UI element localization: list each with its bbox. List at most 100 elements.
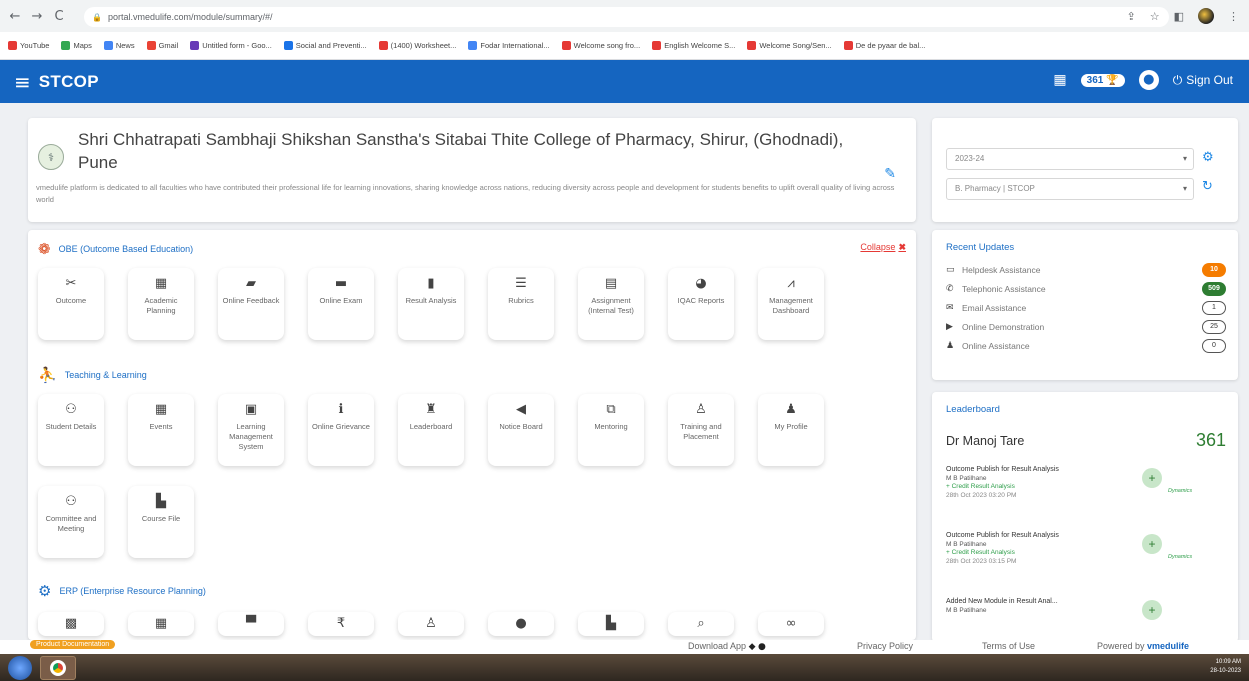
- activity-item[interactable]: Outcome Publish for Result Analysis M B P…: [946, 466, 1146, 500]
- update-row[interactable]: ✆ Telephonic Assistance 509: [946, 279, 1226, 298]
- update-row[interactable]: ▶ Online Demonstration 25: [946, 317, 1226, 336]
- plus-icon: +: [1142, 468, 1162, 488]
- product-documentation-button[interactable]: Product Documentation: [30, 640, 116, 649]
- module-tile[interactable]: ⧉ Mentoring: [578, 394, 644, 466]
- user-icon: ♟: [946, 340, 955, 351]
- lock-icon: 🔒: [92, 12, 102, 22]
- module-tile[interactable]: ♙: [398, 612, 464, 636]
- settings-icon[interactable]: ⚙: [1202, 150, 1214, 165]
- module-tile[interactable]: ◕ IQAC Reports: [668, 268, 734, 340]
- module-tile[interactable]: ▦: [128, 612, 194, 636]
- bookmark-item[interactable]: Maps: [61, 41, 92, 50]
- score-badge[interactable]: 361 🏆: [1080, 73, 1125, 87]
- program-select[interactable]: B. Pharmacy | STCOP ▾: [946, 178, 1194, 200]
- bookmark-item[interactable]: Social and Preventi...: [283, 41, 367, 50]
- module-tile[interactable]: ⚇ Committee and Meeting: [38, 486, 104, 558]
- bookmark-item[interactable]: English Welcome S...: [652, 41, 735, 50]
- activity-date: 28th Oct 2023 03:15 PM: [946, 557, 1017, 565]
- module-tile[interactable]: ▙: [578, 612, 644, 636]
- collapse-button[interactable]: Collapse ✖: [860, 242, 906, 253]
- module-tile-label: Leaderboard: [409, 422, 453, 431]
- user-plus-icon: ♙: [425, 616, 437, 631]
- module-tile[interactable]: ⩘ Management Dashboard: [758, 268, 824, 340]
- start-button[interactable]: [8, 656, 32, 680]
- module-tile[interactable]: ℹ Online Grievance: [308, 394, 374, 466]
- activity-sub: + Credit Result Analysis: [946, 549, 1015, 556]
- module-tile[interactable]: ▦ Academic Planning: [128, 268, 194, 340]
- bookmark-item[interactable]: Fodar International...: [468, 41, 550, 50]
- system-clock[interactable]: 10:09 AM 28-10-2023: [1210, 658, 1241, 676]
- year-select[interactable]: 2023-24 ▾: [946, 148, 1194, 170]
- update-count-badge: 1: [1202, 300, 1226, 315]
- bookmark-favicon-icon: [146, 41, 156, 50]
- activity-by: M B Patilhane: [946, 540, 987, 548]
- line-chart-icon: ⩘: [787, 276, 795, 291]
- module-tile[interactable]: ▰ Online Feedback: [218, 268, 284, 340]
- back-icon[interactable]: ←: [4, 9, 26, 24]
- module-tile[interactable]: ∞: [758, 612, 824, 636]
- module-tile[interactable]: ▦ Events: [128, 394, 194, 466]
- bookmark-item[interactable]: Untitled form - Goo...: [190, 41, 272, 50]
- apps-grid-icon[interactable]: ▦: [1053, 72, 1066, 88]
- extension-icon[interactable]: ◧: [1174, 10, 1184, 23]
- bookmark-item[interactable]: Gmail: [146, 41, 178, 50]
- module-tile[interactable]: ◀ Notice Board: [488, 394, 554, 466]
- module-tile[interactable]: ♜ Leaderboard: [398, 394, 464, 466]
- activity-item[interactable]: Added New Module in Result Anal... M B Pa…: [946, 598, 1146, 615]
- download-app-link[interactable]: Download App ◆ ●: [688, 641, 766, 652]
- star-icon[interactable]: ☆: [1150, 10, 1160, 23]
- account-icon[interactable]: ●: [1138, 70, 1159, 90]
- reload-icon[interactable]: C: [48, 9, 70, 24]
- activity-item[interactable]: Outcome Publish for Result Analysis M B P…: [946, 532, 1146, 566]
- bookmark-item[interactable]: De de pyaar de bal...: [843, 41, 925, 50]
- share-icon[interactable]: ⇪: [1127, 10, 1136, 23]
- bookmark-item[interactable]: News: [103, 41, 135, 50]
- module-tile-label: Course File: [141, 514, 181, 523]
- envelope-icon: ✉: [946, 302, 954, 313]
- terms-link[interactable]: Terms of Use: [982, 641, 1035, 651]
- module-tile[interactable]: ▣ Learning Management System: [218, 394, 284, 466]
- module-tile[interactable]: ▤ Assignment (Internal Test): [578, 268, 644, 340]
- module-tile[interactable]: ▩: [38, 612, 104, 636]
- bookmark-item[interactable]: Welcome song fro...: [561, 41, 640, 50]
- plus-icon: +: [1142, 534, 1162, 554]
- module-tile[interactable]: ▮ Result Analysis: [398, 268, 464, 340]
- privacy-policy-link[interactable]: Privacy Policy: [857, 641, 913, 651]
- powered-by: Powered by vmedulife: [1097, 641, 1189, 651]
- recent-updates-title: Recent Updates: [946, 242, 1015, 253]
- address-bar[interactable]: 🔒 portal.vmedulife.com/module/summary/#/: [84, 7, 1169, 27]
- module-tile[interactable]: ●: [488, 612, 554, 636]
- bookmark-favicon-icon: [561, 41, 571, 50]
- url-text: portal.vmedulife.com/module/summary/#/: [107, 12, 273, 22]
- update-count-badge: 509: [1202, 281, 1226, 296]
- module-tile[interactable]: ▬ Online Exam: [308, 268, 374, 340]
- app-title: STCOP: [38, 71, 99, 91]
- module-tile[interactable]: ▀: [218, 612, 284, 636]
- chrome-taskbar-button[interactable]: [40, 656, 76, 680]
- profile-avatar[interactable]: [1198, 8, 1214, 24]
- year-select-value: 2023-24: [955, 154, 985, 163]
- bookmark-item[interactable]: YouTube: [8, 41, 49, 50]
- update-row[interactable]: ♟ Online Assistance 0: [946, 336, 1226, 355]
- update-row[interactable]: ▭ Helpdesk Assistance 10: [946, 260, 1226, 279]
- update-row[interactable]: ✉ Email Assistance 1: [946, 298, 1226, 317]
- forward-icon[interactable]: →: [26, 9, 48, 24]
- browser-menu-icon[interactable]: ⋮: [1228, 10, 1239, 23]
- module-tile[interactable]: ⌕: [668, 612, 734, 636]
- chrome-icon: [50, 660, 66, 676]
- edit-icon[interactable]: ✎: [884, 166, 896, 182]
- module-tile[interactable]: ✂ Outcome: [38, 268, 104, 340]
- bookmark-item[interactable]: (1400) Worksheet...: [378, 41, 456, 50]
- module-tile[interactable]: ⚇ Student Details: [38, 394, 104, 466]
- sign-out-button[interactable]: ⏻ Sign Out: [1173, 73, 1233, 88]
- module-tile-label: IQAC Reports: [677, 296, 725, 305]
- module-tile[interactable]: ₹: [308, 612, 374, 636]
- refresh-icon[interactable]: ↻: [1202, 179, 1213, 194]
- bookmark-favicon-icon: [8, 41, 17, 50]
- module-tile[interactable]: ♙ Training and Placement: [668, 394, 734, 466]
- module-tile[interactable]: ☰ Rubrics: [488, 268, 554, 340]
- bookmark-item[interactable]: Welcome Song/Sen...: [747, 41, 832, 50]
- module-tile[interactable]: ▙ Course File: [128, 486, 194, 558]
- hamburger-menu-icon[interactable]: ≡: [14, 70, 31, 94]
- module-tile[interactable]: ♟ My Profile: [758, 394, 824, 466]
